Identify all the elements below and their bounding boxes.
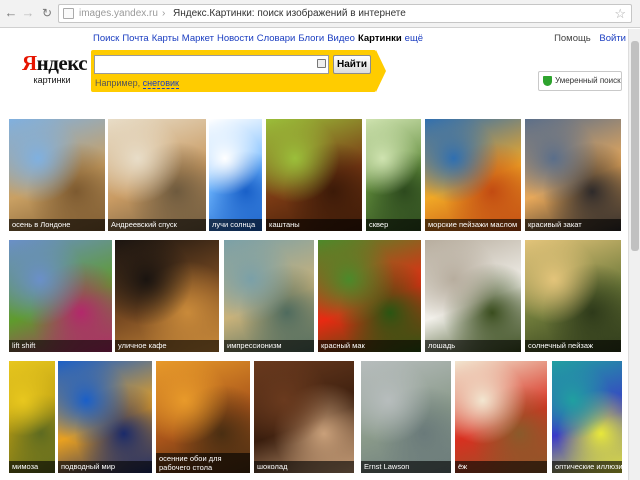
thumbnail-caption: осенние обои для рабочего стола <box>156 453 250 473</box>
thumbnail-caption: лошадь <box>425 340 521 352</box>
image-thumbnail[interactable]: морские пейзажи маслом <box>425 119 521 231</box>
scrollbar-thumb[interactable] <box>631 41 639 251</box>
image-thumbnail[interactable]: красный мак <box>318 240 421 352</box>
image-thumbnail[interactable]: подводный мир <box>58 361 152 473</box>
image-thumbnail[interactable]: оптические иллюзии <box>552 361 622 473</box>
image-grid: осень в Лондоне Андреевский спуск лучи сол… <box>0 0 640 480</box>
thumbnail-caption: красный мак <box>318 340 421 352</box>
image-thumbnail[interactable]: красивый закат <box>525 119 621 231</box>
thumbnail-caption: морские пейзажи маслом <box>425 219 521 231</box>
thumbnail-caption: Андреевский спуск <box>108 219 206 231</box>
thumbnail-caption: мимоза <box>9 461 55 473</box>
thumbnail-caption: осень в Лондоне <box>9 219 105 231</box>
thumbnail-caption: шоколад <box>254 461 354 473</box>
image-thumbnail[interactable]: шоколад <box>254 361 354 473</box>
image-thumbnail[interactable]: осенние обои для рабочего стола <box>156 361 250 473</box>
thumbnail-caption: lift shift <box>9 340 112 352</box>
thumbnail-caption: сквер <box>366 219 421 231</box>
thumbnail-caption: Ernst Lawson <box>361 461 451 473</box>
thumbnail-caption: импрессионизм <box>224 340 314 352</box>
image-thumbnail[interactable]: каштаны <box>266 119 362 231</box>
image-thumbnail[interactable]: Андреевский спуск <box>108 119 206 231</box>
image-thumbnail[interactable]: лучи солнца <box>209 119 262 231</box>
thumbnail-caption: ёж <box>455 461 547 473</box>
image-thumbnail[interactable]: уличное кафе <box>115 240 219 352</box>
scrollbar[interactable] <box>628 29 640 480</box>
image-thumbnail[interactable]: мимоза <box>9 361 55 473</box>
thumbnail-caption: красивый закат <box>525 219 621 231</box>
thumbnail-caption: каштаны <box>266 219 362 231</box>
image-thumbnail[interactable]: сквер <box>366 119 421 231</box>
image-thumbnail[interactable]: Ernst Lawson <box>361 361 451 473</box>
image-thumbnail[interactable]: лошадь <box>425 240 521 352</box>
image-thumbnail[interactable]: осень в Лондоне <box>9 119 105 231</box>
thumbnail-caption: уличное кафе <box>115 340 219 352</box>
thumbnail-caption: лучи солнца <box>209 219 262 231</box>
thumbnail-caption: подводный мир <box>58 461 152 473</box>
image-thumbnail[interactable]: импрессионизм <box>224 240 314 352</box>
image-thumbnail[interactable]: солнечный пейзаж <box>525 240 621 352</box>
image-thumbnail[interactable]: lift shift <box>9 240 112 352</box>
image-thumbnail[interactable]: ёж <box>455 361 547 473</box>
thumbnail-caption: оптические иллюзии <box>552 461 622 473</box>
thumbnail-caption: солнечный пейзаж <box>525 340 621 352</box>
